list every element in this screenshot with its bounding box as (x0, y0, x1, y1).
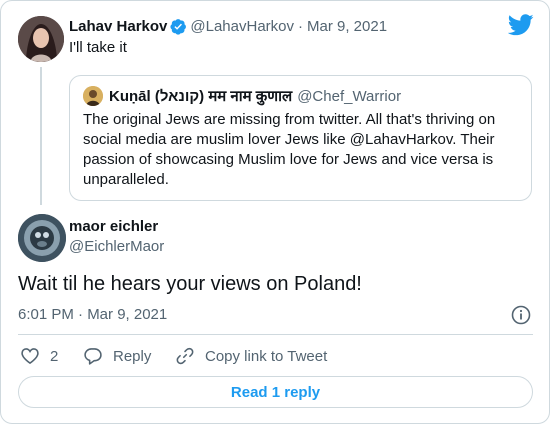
quoted-mention: @LahavHarkov (349, 131, 453, 148)
link-icon (176, 347, 194, 365)
quoted-author-handle: @Chef_Warrior (297, 87, 402, 105)
like-count: 2 (50, 347, 59, 365)
verified-badge-icon (170, 18, 187, 35)
heart-icon (21, 348, 39, 365)
author-name[interactable]: Lahav Harkov (69, 18, 167, 35)
reply-label: Reply (113, 347, 152, 365)
tweet-text: Wait til he hears your views on Poland! (18, 273, 362, 295)
tweet-timestamp[interactable]: 6:01 PM · Mar 9, 2021 (18, 306, 167, 323)
separator-dot: · (298, 17, 303, 35)
copy-link-label: Copy link to Tweet (205, 347, 328, 365)
reply-bubble-icon (84, 348, 102, 365)
info-icon[interactable] (511, 305, 531, 325)
reply-button[interactable]: Reply (83, 345, 151, 367)
divider (18, 334, 533, 335)
avatar[interactable] (18, 16, 64, 62)
quoted-author-name: Kuṇāl (קונאל) मम नाम कुणाल (109, 88, 293, 105)
read-replies-button[interactable]: Read 1 reply (18, 376, 533, 408)
copy-link-button[interactable]: Copy link to Tweet (175, 345, 327, 367)
avatar (83, 86, 103, 106)
like-button[interactable]: 2 (20, 345, 58, 367)
tweet-date[interactable]: Mar 9, 2021 (307, 18, 387, 35)
author-name[interactable]: maor eichler (69, 218, 158, 235)
quoted-tweet[interactable]: Kuṇāl (קונאל) मम नाम कुणाल @Chef_Warrior… (69, 75, 532, 201)
twitter-logo-icon[interactable] (508, 14, 534, 36)
author-handle[interactable]: @EichlerMaor (69, 238, 164, 255)
embedded-tweet-card: Lahav Harkov @LahavHarkov · Mar 9, 2021 … (0, 0, 550, 424)
avatar[interactable] (18, 214, 66, 262)
tweet-text: I'll take it (69, 39, 127, 56)
thread-connector-line (40, 67, 42, 205)
quoted-tweet-text: The original Jews are missing from twitt… (83, 110, 523, 190)
author-handle[interactable]: @LahavHarkov (190, 18, 294, 35)
